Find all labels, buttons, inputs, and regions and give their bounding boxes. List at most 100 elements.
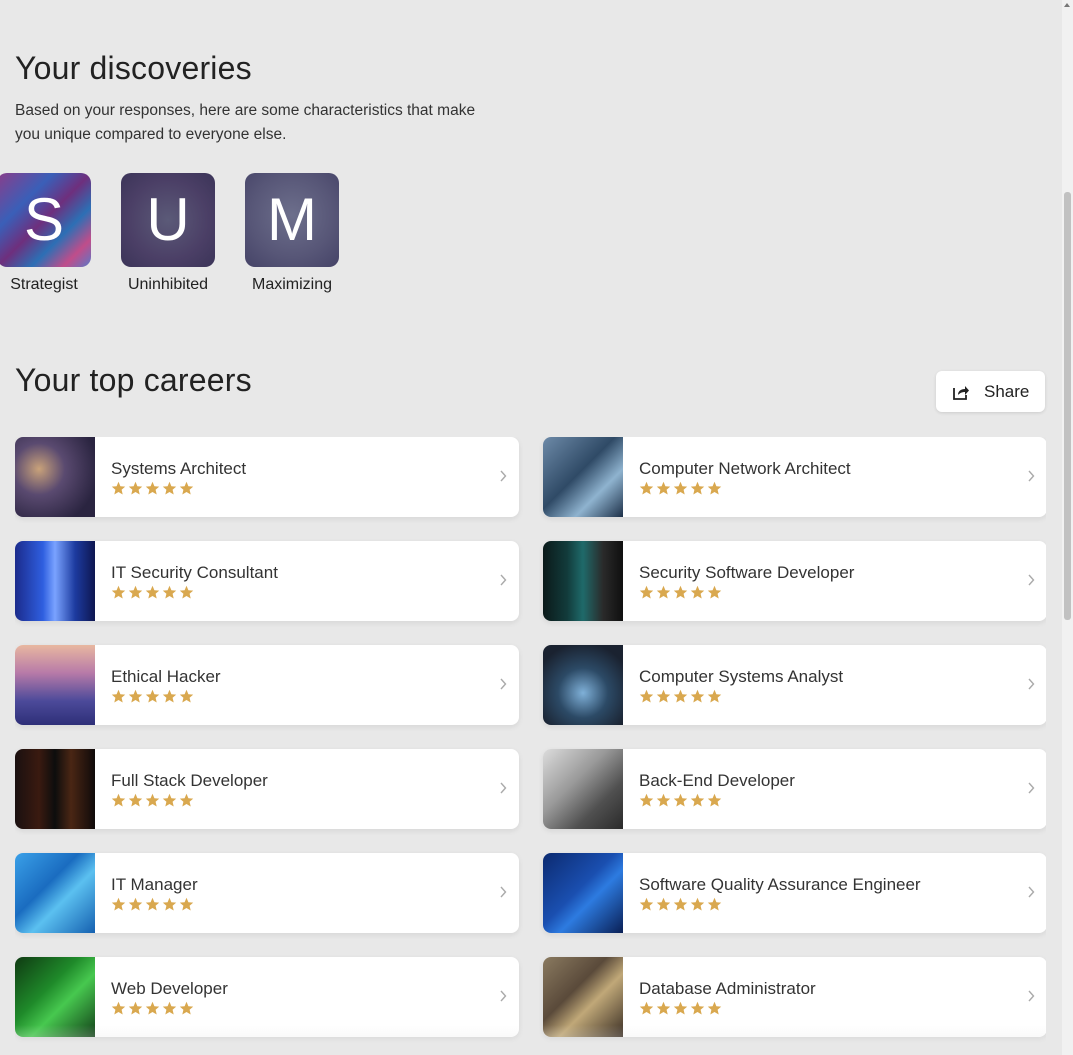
career-title: Computer Systems Analyst	[639, 667, 844, 686]
chevron-right-icon	[1028, 678, 1035, 690]
career-card[interactable]: Computer Systems Analyst	[543, 645, 1046, 725]
career-card[interactable]: IT Manager	[15, 853, 519, 933]
chevron-right-icon	[500, 678, 507, 690]
star-icon	[707, 481, 722, 495]
star-icon	[656, 1001, 671, 1015]
career-thumbnail	[15, 853, 95, 933]
star-icon	[673, 793, 688, 807]
star-icon	[673, 689, 688, 703]
chevron-right-icon	[500, 886, 507, 898]
career-card[interactable]: Back-End Developer	[543, 749, 1046, 829]
share-button[interactable]: Share	[936, 371, 1045, 412]
career-thumbnail	[15, 749, 95, 829]
chevron-right-icon	[500, 574, 507, 586]
trait-label: Strategist	[10, 276, 78, 293]
trait-maximizing[interactable]: M Maximizing	[245, 173, 339, 294]
star-icon	[639, 1001, 654, 1015]
star-icon	[179, 585, 194, 599]
star-icon	[162, 793, 177, 807]
star-icon	[656, 793, 671, 807]
career-card[interactable]: Web Developer	[15, 957, 519, 1037]
career-title: Software Quality Assurance Engineer	[639, 875, 921, 894]
career-rating	[111, 1001, 194, 1016]
star-icon	[639, 689, 654, 703]
chevron-right-icon	[1028, 782, 1035, 794]
star-icon	[179, 1001, 194, 1015]
career-rating	[639, 1001, 722, 1016]
career-card[interactable]: Database Administrator	[543, 957, 1046, 1037]
star-icon	[145, 793, 160, 807]
career-title: IT Security Consultant	[111, 563, 278, 582]
star-icon	[707, 689, 722, 703]
career-card[interactable]: Security Software Developer	[543, 541, 1046, 621]
scrollbar-thumb[interactable]	[1064, 192, 1071, 620]
star-icon	[179, 897, 194, 911]
chevron-right-icon	[500, 470, 507, 482]
chevron-right-icon	[1028, 574, 1035, 586]
trait-tile: U	[121, 173, 215, 267]
star-icon	[111, 481, 126, 495]
scroll-up-arrow[interactable]	[1064, 3, 1070, 7]
career-card[interactable]: IT Security Consultant	[15, 541, 519, 621]
star-icon	[673, 897, 688, 911]
star-icon	[145, 1001, 160, 1015]
star-icon	[656, 585, 671, 599]
career-card[interactable]: Software Quality Assurance Engineer	[543, 853, 1046, 933]
star-icon	[128, 1001, 143, 1015]
career-rating	[111, 689, 194, 704]
career-rating	[111, 897, 194, 912]
career-rating	[111, 585, 194, 600]
career-thumbnail	[15, 437, 95, 517]
chevron-right-icon	[1028, 470, 1035, 482]
career-thumbnail	[15, 645, 95, 725]
star-icon	[690, 481, 705, 495]
trait-label: Maximizing	[251, 276, 332, 293]
trait-letter: S	[23, 186, 65, 253]
trait-uninhibited[interactable]: U Uninhibited	[121, 173, 215, 294]
star-icon	[162, 897, 177, 911]
star-icon	[673, 1001, 688, 1015]
career-thumbnail	[543, 957, 623, 1037]
vertical-scrollbar[interactable]	[1062, 0, 1073, 1055]
career-title: Systems Architect	[111, 459, 247, 478]
career-thumbnail	[543, 853, 623, 933]
career-rating	[111, 481, 194, 496]
star-icon	[145, 689, 160, 703]
star-icon	[690, 1001, 705, 1015]
star-icon	[179, 793, 194, 807]
career-title: Security Software Developer	[639, 563, 855, 582]
chevron-right-icon	[1028, 886, 1035, 898]
top-careers-title: Your top careers	[15, 362, 252, 398]
career-thumbnail	[543, 749, 623, 829]
star-icon	[128, 897, 143, 911]
career-card[interactable]: Systems Architect	[15, 437, 519, 517]
trait-letter: M	[267, 186, 317, 253]
star-icon	[639, 481, 654, 495]
star-icon	[673, 481, 688, 495]
career-rating	[639, 481, 722, 496]
star-icon	[707, 585, 722, 599]
star-icon	[656, 481, 671, 495]
career-card[interactable]: Ethical Hacker	[15, 645, 519, 725]
trait-letter: U	[146, 186, 190, 253]
star-icon	[145, 897, 160, 911]
star-icon	[145, 481, 160, 495]
career-thumbnail	[543, 541, 623, 621]
star-icon	[639, 585, 654, 599]
discoveries-title: Your discoveries	[15, 50, 252, 86]
trait-label: Uninhibited	[127, 276, 209, 293]
star-icon	[111, 793, 126, 807]
career-card[interactable]: Full Stack Developer	[15, 749, 519, 829]
star-icon	[707, 1001, 722, 1015]
career-grid: Systems Architect Computer Network Archit…	[15, 437, 1046, 1055]
career-title: Web Developer	[111, 979, 228, 998]
career-title: Database Administrator	[639, 979, 816, 998]
star-icon	[690, 897, 705, 911]
career-title: Ethical Hacker	[111, 667, 221, 686]
career-card[interactable]: Computer Network Architect	[543, 437, 1046, 517]
star-icon	[673, 585, 688, 599]
trait-strategist[interactable]: S Strategist	[0, 173, 91, 294]
star-icon	[111, 1001, 126, 1015]
career-thumbnail	[543, 437, 623, 517]
star-icon	[639, 793, 654, 807]
